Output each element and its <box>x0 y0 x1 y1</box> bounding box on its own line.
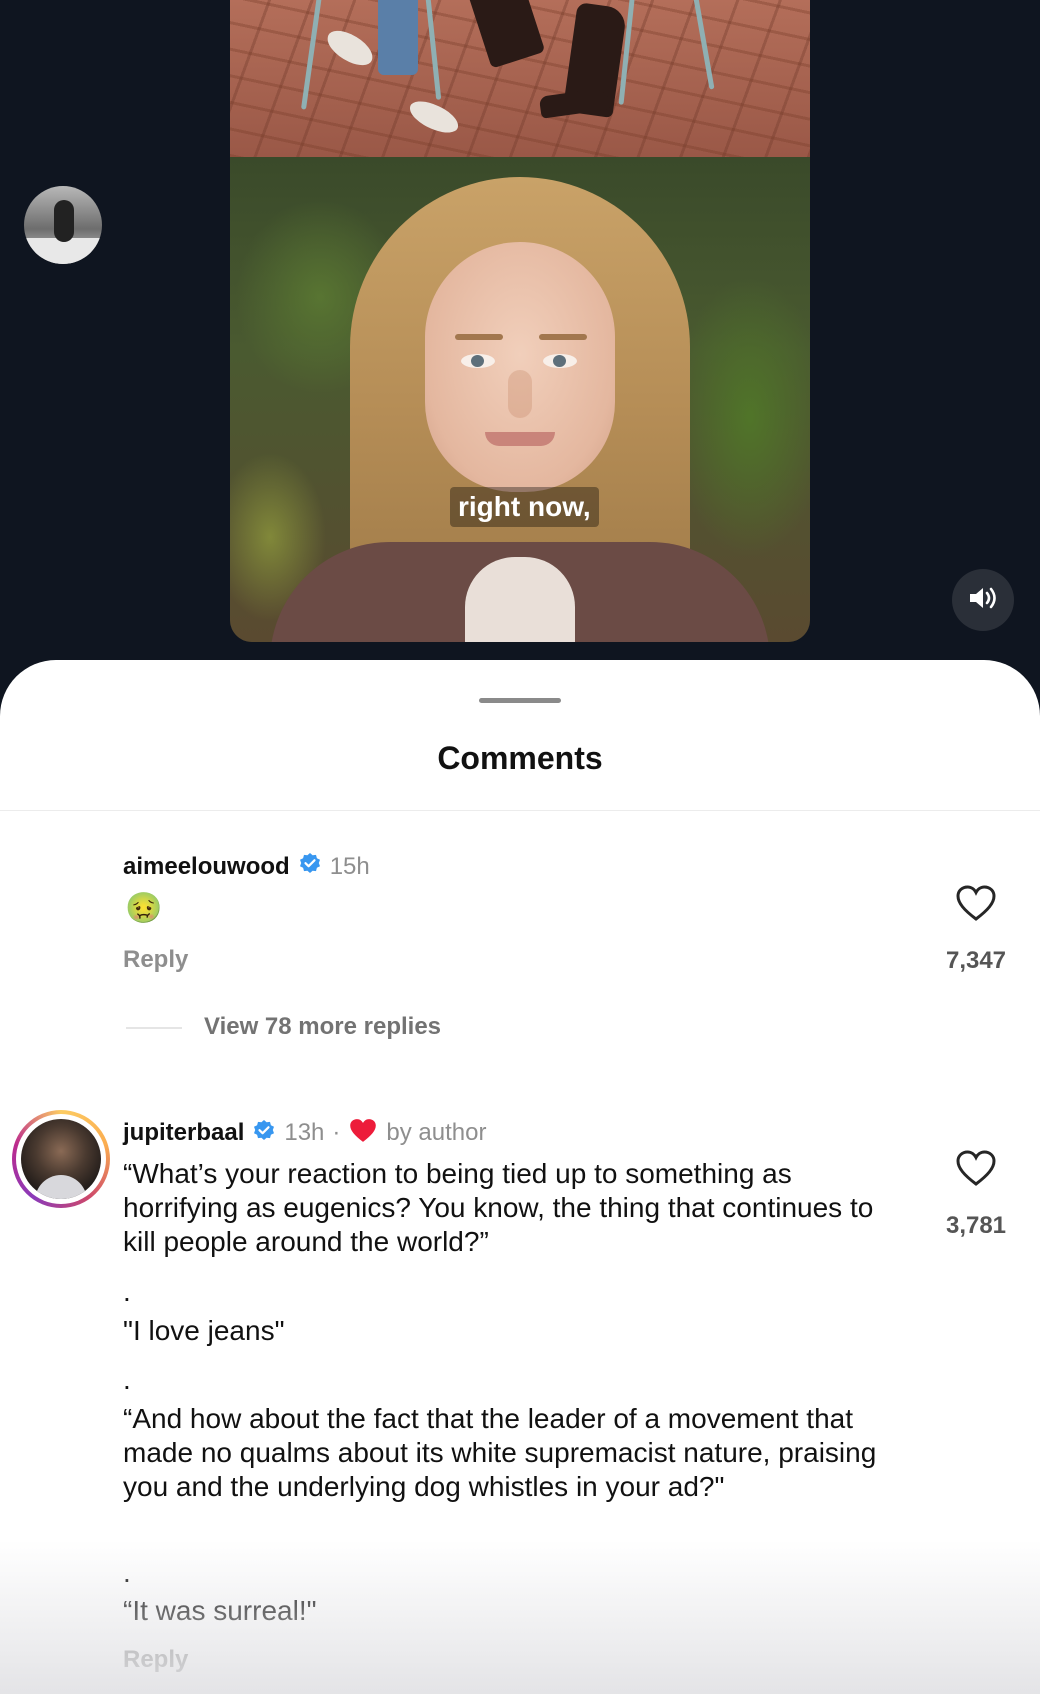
separator: · <box>332 1119 341 1146</box>
view-replies-button[interactable]: View 78 more replies <box>204 1013 441 1041</box>
like-button[interactable] <box>936 1149 1016 1192</box>
comment-text-line: “It was surreal!" <box>123 1595 317 1626</box>
reply-button[interactable]: Reply <box>123 946 188 974</box>
comment-text-line: “And how about the fact that the leader … <box>123 1403 877 1502</box>
red-heart-icon <box>348 1117 378 1149</box>
avatar-story-ring[interactable] <box>12 1110 110 1208</box>
comments-title: Comments <box>437 740 603 776</box>
heart-outline-icon <box>955 885 997 926</box>
comment-header: jupiterbaal 13h · by author <box>123 1117 486 1149</box>
timestamp: 15h <box>329 852 370 880</box>
video-caption: right now, <box>450 487 599 527</box>
comment-text: 🤢 <box>125 892 163 925</box>
comment-text-line: . <box>123 1557 131 1588</box>
replies-line <box>126 1027 182 1029</box>
speaker-on-icon <box>968 585 998 616</box>
comment-text-line: "I love jeans" <box>123 1315 285 1346</box>
mute-toggle-button[interactable] <box>952 569 1014 631</box>
video-clip-portrait: right now, <box>230 157 810 642</box>
comment-text-line: “What’s your reaction to being tied up t… <box>123 1158 874 1257</box>
comment-header: aimeelouwood 15h <box>123 852 370 881</box>
timestamp: 13h <box>284 1119 325 1146</box>
like-count: 7,347 <box>945 947 1007 974</box>
like-count: 3,781 <box>945 1212 1007 1239</box>
avatar <box>21 1119 101 1199</box>
verified-badge-icon <box>252 1119 276 1148</box>
heart-outline-icon <box>955 1150 997 1191</box>
divider <box>0 810 1040 811</box>
drag-handle[interactable] <box>479 698 561 703</box>
video-clip-boots <box>230 0 810 157</box>
username[interactable]: jupiterbaal <box>123 1119 244 1147</box>
comment-text-line: . <box>123 1276 131 1307</box>
video-area: right now, <box>0 0 1040 670</box>
comment-text-line: . <box>123 1364 131 1395</box>
verified-badge-icon <box>298 852 322 881</box>
reply-button[interactable]: Reply <box>123 1646 188 1674</box>
video-player[interactable]: right now, <box>230 0 810 642</box>
like-button[interactable] <box>936 884 1016 927</box>
liked-by-author-label: by author <box>386 1119 487 1146</box>
avatar[interactable] <box>24 186 102 264</box>
username[interactable]: aimeelouwood <box>123 853 290 881</box>
